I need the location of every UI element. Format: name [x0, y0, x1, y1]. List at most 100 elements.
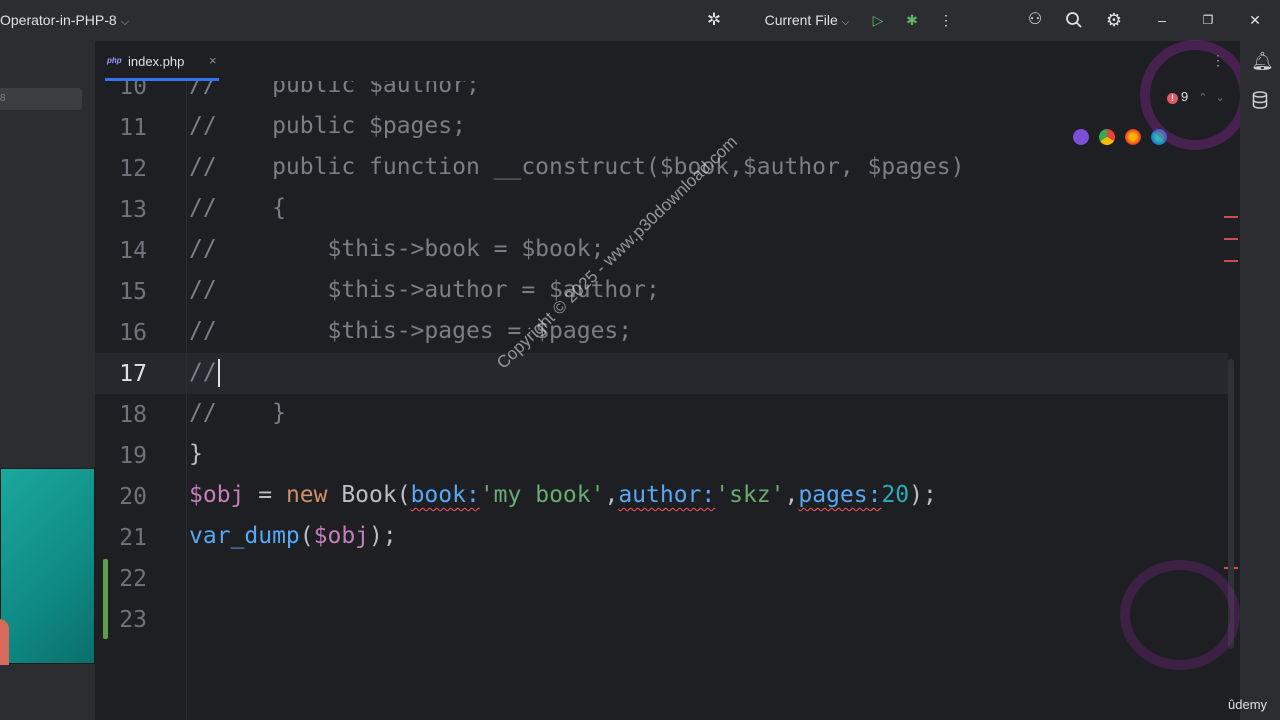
- chevron-down-icon: ⌵: [120, 16, 130, 28]
- debug-icon[interactable]: ✱: [902, 9, 922, 31]
- line-number: 21: [119, 525, 147, 551]
- code-token: }: [189, 441, 203, 467]
- settings-icon[interactable]: ⚙: [1103, 9, 1125, 31]
- code-text: // public function __construct($book,$au…: [189, 154, 964, 180]
- code-token: );: [909, 482, 937, 508]
- code-text: // }: [189, 400, 286, 426]
- line-number: 10: [119, 81, 147, 100]
- code-line[interactable]: 16 // $this->pages = $pages;: [95, 312, 1240, 353]
- code-line[interactable]: 20 $obj = new Book(book:'my book',author:…: [95, 476, 1240, 517]
- code-token: var_dump: [189, 523, 300, 549]
- bug-settings-icon[interactable]: ✲: [703, 9, 725, 31]
- code-token: // $this->book = $book;: [189, 236, 605, 262]
- vcs-added-marker[interactable]: [103, 559, 108, 639]
- project-filter-field[interactable]: 8: [0, 88, 82, 110]
- code-line[interactable]: 12 // public function __construct($book,$…: [95, 148, 1240, 189]
- line-number: 19: [119, 443, 147, 469]
- line-number: 15: [119, 279, 147, 305]
- code-token: 'skz': [715, 482, 785, 508]
- line-number: 12: [119, 156, 147, 182]
- code-editor[interactable]: 10// public $author; 11// public $pages; 1…: [95, 81, 1240, 720]
- code-text: //: [189, 359, 220, 387]
- line-number: 18: [119, 402, 147, 428]
- code-token: // }: [189, 400, 286, 426]
- parameter-hint: author:: [618, 482, 716, 508]
- code-line[interactable]: 14 // $this->book = $book;: [95, 230, 1240, 271]
- code-text: $obj = new Book(book:'my book',author:'s…: [189, 482, 937, 508]
- project-selector[interactable]: Operator-in-PHP-8 ⌵: [0, 12, 129, 29]
- line-number: 16: [119, 320, 147, 346]
- udemy-logo: ûdemy: [1228, 697, 1268, 712]
- webcam-person: [0, 619, 9, 665]
- close-icon[interactable]: ✕: [1245, 9, 1265, 31]
- code-token: =: [244, 482, 286, 508]
- code-text: // $this->pages = $pages;: [189, 318, 632, 344]
- code-line[interactable]: 10 // public $author;: [95, 81, 1240, 107]
- project-name: Operator-in-PHP-8: [0, 12, 117, 28]
- line-number: 20: [119, 484, 147, 510]
- line-number: 13: [119, 197, 147, 223]
- code-token: 20: [881, 482, 910, 508]
- parameter-hint: book:: [410, 482, 480, 508]
- code-token: ,: [604, 482, 619, 508]
- close-tab-icon[interactable]: ×: [209, 53, 217, 68]
- code-token: public $author;: [272, 81, 480, 98]
- title-bar: Operator-in-PHP-8 ⌵ ✲ Current File ⌵ ▷ ✱ ⋮…: [0, 0, 1280, 41]
- database-icon[interactable]: [1251, 91, 1269, 114]
- error-stripe-mark[interactable]: [1224, 260, 1238, 262]
- parameter-hint: pages:: [798, 482, 882, 508]
- right-tool-bar: 🔔︎: [1240, 41, 1280, 720]
- chevron-down-icon: ⌵: [841, 17, 850, 28]
- run-icon[interactable]: ▷: [868, 9, 888, 31]
- code-token: // public function __construct($book,$au…: [189, 154, 965, 180]
- code-text: var_dump($obj);: [189, 523, 397, 549]
- minimize-icon[interactable]: –: [1152, 9, 1172, 31]
- code-line[interactable]: 23: [95, 599, 1240, 640]
- code-line[interactable]: 11 // public $pages;: [95, 107, 1240, 148]
- run-config-selector[interactable]: Current File ⌵: [760, 9, 854, 31]
- notifications-icon[interactable]: 🔔︎: [1251, 51, 1274, 72]
- code-token: // $this->pages = $pages;: [189, 318, 633, 344]
- code-line[interactable]: 18 // }: [95, 394, 1240, 435]
- search-icon[interactable]: [1063, 9, 1085, 31]
- webcam-overlay: [0, 468, 95, 665]
- code-text: // $this->book = $book;: [189, 236, 604, 262]
- line-number: 14: [119, 238, 147, 264]
- code-token: // {: [189, 195, 286, 221]
- code-line[interactable]: 21 var_dump($obj);: [95, 517, 1240, 558]
- code-token: new: [285, 482, 328, 508]
- run-config-label: Current File: [764, 12, 838, 28]
- code-line[interactable]: 19}: [95, 435, 1240, 476]
- more-vert-icon[interactable]: ⋮: [938, 9, 954, 31]
- code-text: }: [189, 441, 203, 467]
- text-caret: [217, 359, 220, 387]
- editor-tab-bar: php index.php × ⋮: [95, 41, 1240, 81]
- code-text: // public $pages;: [189, 113, 466, 139]
- restore-icon[interactable]: ❐: [1198, 9, 1218, 31]
- error-stripe-mark[interactable]: [1224, 238, 1238, 240]
- tab-index-php[interactable]: php index.php ×: [105, 41, 219, 81]
- code-line[interactable]: 17 //: [95, 353, 1240, 394]
- code-line[interactable]: 15// $this->author = $author;: [95, 271, 1240, 312]
- code-token: $obj: [189, 482, 245, 508]
- code-token: //: [189, 359, 217, 386]
- project-filter-text: 8: [0, 93, 6, 104]
- php-file-icon: php: [107, 56, 122, 65]
- chrome-icon[interactable]: [1099, 129, 1115, 145]
- code-line[interactable]: 22: [95, 558, 1240, 599]
- code-token: 'my book': [479, 482, 605, 508]
- code-token: Book(: [327, 482, 411, 508]
- code-text: // {: [189, 195, 286, 221]
- code-text: // public $author;: [189, 81, 480, 98]
- code-token: ,: [784, 482, 799, 508]
- code-token: );: [369, 523, 397, 549]
- decorative-logo-shape: [1140, 40, 1250, 150]
- line-number: 17: [119, 361, 147, 387]
- code-token: //: [189, 81, 273, 98]
- phpstorm-icon[interactable]: [1073, 129, 1089, 145]
- code-token: // public $pages;: [189, 113, 466, 139]
- error-stripe-mark[interactable]: [1224, 216, 1238, 218]
- firefox-icon[interactable]: [1125, 129, 1141, 145]
- add-user-icon[interactable]: ⚇: [1024, 9, 1046, 31]
- code-token: $obj: [313, 523, 370, 549]
